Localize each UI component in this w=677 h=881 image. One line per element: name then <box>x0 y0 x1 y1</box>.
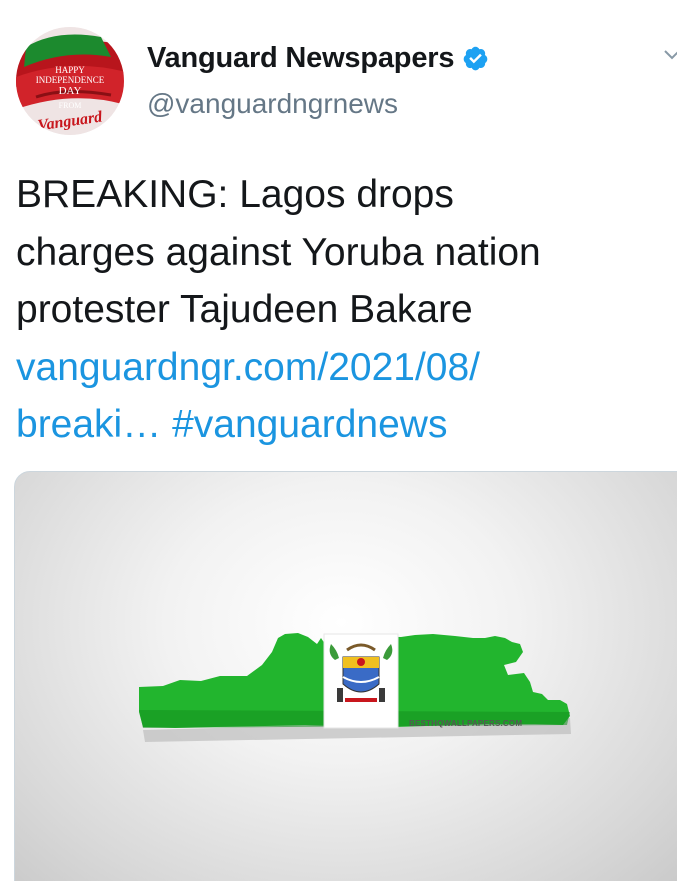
avatar-text-independence: INDEPENDENCE <box>35 75 105 85</box>
article-link[interactable]: vanguardngr.com/2021/08/ <box>16 339 666 397</box>
hashtag-link[interactable]: #vanguardnews <box>172 403 447 446</box>
verified-badge-icon <box>463 46 488 70</box>
article-link-continued[interactable]: breaki… <box>16 403 161 446</box>
display-name[interactable]: Vanguard Newspapers <box>147 42 454 75</box>
tweet-text-line: protester Tajudeen Bakare <box>16 288 473 331</box>
lagos-map-flag-graphic <box>139 633 571 742</box>
tweet-text: BREAKING: Lagos drops charges against Yo… <box>16 166 666 454</box>
avatar-text-happy: HAPPY <box>55 65 85 75</box>
tweet-card: HAPPY INDEPENDENCE DAY FROM Vanguard Van… <box>0 0 677 881</box>
avatar-text-day: DAY <box>58 85 82 97</box>
tweet-text-line: charges against Yoruba nation <box>16 230 541 274</box>
author-name-row[interactable]: Vanguard Newspapers <box>147 40 489 76</box>
tweet-media-image[interactable]: BESTHQWALLPAPERS.COM <box>14 471 677 881</box>
tweet-text-line: BREAKING: Lagos drops <box>16 173 454 216</box>
chevron-down-icon[interactable] <box>663 48 677 62</box>
avatar[interactable]: HAPPY INDEPENDENCE DAY FROM Vanguard <box>16 27 124 135</box>
image-watermark: BESTHQWALLPAPERS.COM <box>409 719 523 728</box>
user-handle[interactable]: @vanguardngrnews <box>147 88 398 120</box>
